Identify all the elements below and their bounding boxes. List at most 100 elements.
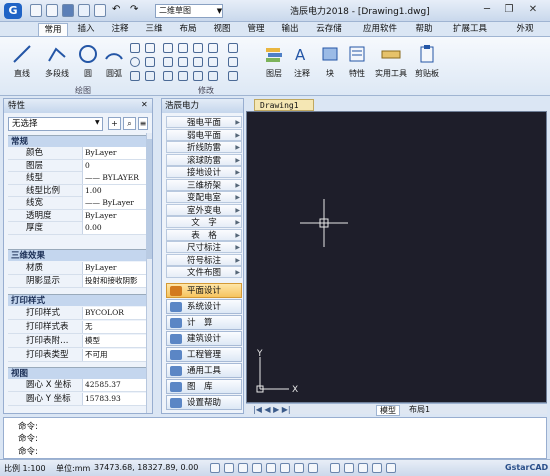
tab-layout[interactable]: 布局 — [174, 23, 202, 36]
tab-cloud[interactable]: 云存储 — [310, 23, 348, 36]
quick-select-icon[interactable]: ≡ — [138, 117, 148, 130]
tool-item[interactable]: 文 字 ▶ — [166, 216, 242, 228]
snap-icon[interactable] — [210, 463, 220, 473]
utilities-button[interactable]: 实用工具 — [372, 43, 410, 79]
chevron-down-icon[interactable]: ▼ — [95, 119, 100, 126]
new-file-icon[interactable] — [30, 4, 42, 17]
tab-model[interactable]: 模型 — [376, 405, 400, 416]
category-system-design[interactable]: 系统设计 — [166, 299, 242, 314]
prop-row[interactable]: 打印表附… 模型 — [8, 335, 146, 348]
mirror-icon[interactable] — [163, 71, 173, 81]
appearance-menu[interactable]: 外观 — [510, 23, 540, 36]
category-settings-help[interactable]: 设置帮助 — [166, 395, 242, 410]
block-button[interactable]: 块 — [318, 43, 342, 79]
section-view[interactable]: 视图 — [8, 367, 146, 379]
workspace-select[interactable]: 二维草图 — [155, 4, 223, 18]
otrack-icon[interactable] — [280, 463, 290, 473]
offset-icon[interactable] — [208, 57, 218, 67]
category-plan-design[interactable]: 平面设计 — [166, 283, 242, 298]
prop-row[interactable]: 圆心 Y 坐标 15783.93 — [8, 393, 146, 406]
tool-item[interactable]: 文件布图 ▶ — [166, 266, 242, 278]
grid-icon[interactable] — [224, 463, 234, 473]
prop-value[interactable]: 0 — [82, 159, 146, 172]
undo-icon[interactable]: ↶ — [112, 4, 120, 15]
drawing-canvas[interactable]: Y X — [246, 111, 547, 403]
prop-row[interactable]: 线型 —— BYLAYER — [8, 172, 146, 185]
tab-3d[interactable]: 三维 — [140, 23, 168, 36]
trim-icon[interactable] — [193, 43, 203, 53]
layout-nav-arrows[interactable]: |◀ ◀ ▶ ▶| — [250, 405, 294, 414]
prop-value[interactable]: 投射和接收阴影 — [82, 275, 146, 287]
workspace-icon[interactable] — [344, 463, 354, 473]
prop-value[interactable]: 15783.93 — [82, 393, 146, 405]
open-file-icon[interactable] — [46, 4, 58, 17]
properties-button[interactable]: 特性 — [344, 43, 370, 79]
erase-icon[interactable] — [228, 43, 238, 53]
tool-item[interactable]: 弱电平面 ▶ — [166, 128, 242, 141]
scroll-thumb[interactable] — [146, 139, 152, 259]
chevron-down-icon[interactable]: ▼ — [215, 4, 224, 18]
prop-row[interactable]: 透明度 ByLayer — [8, 209, 146, 222]
stretch-icon[interactable] — [178, 71, 188, 81]
tab-layout1[interactable]: 布局1 — [406, 405, 433, 414]
arc-button[interactable]: 圆弧 — [102, 43, 126, 79]
region-icon[interactable] — [145, 71, 155, 81]
close-button[interactable]: ✕ — [524, 3, 542, 17]
close-icon[interactable]: ✕ — [141, 100, 148, 109]
annotate-button[interactable]: A 注释 — [290, 43, 314, 79]
clipboard-button[interactable]: 剪贴板 — [412, 43, 442, 79]
restore-button[interactable]: ❐ — [500, 3, 518, 17]
category-building-design[interactable]: 建筑设计 — [166, 331, 242, 346]
polar-icon[interactable] — [252, 463, 262, 473]
explode-icon[interactable] — [208, 71, 218, 81]
tool-item[interactable]: 室外变电 ▶ — [166, 203, 242, 216]
tab-home[interactable]: 常用 — [38, 23, 68, 36]
prop-row[interactable]: 颜色 ByLayer — [8, 147, 146, 160]
fillet-icon[interactable] — [193, 71, 203, 81]
ortho-icon[interactable] — [238, 463, 248, 473]
break-icon[interactable] — [228, 57, 238, 67]
isolate-icon[interactable] — [372, 463, 382, 473]
tool-item[interactable]: 符号标注 ▶ — [166, 253, 242, 266]
minimize-button[interactable]: ─ — [478, 3, 496, 17]
tool-item[interactable]: 接地设计 ▶ — [166, 166, 242, 178]
move-icon[interactable] — [163, 43, 173, 53]
prop-row[interactable]: 阴影显示 投射和接收阴影 — [8, 275, 146, 288]
tab-output[interactable]: 输出 — [276, 23, 304, 36]
clean-screen-icon[interactable] — [386, 463, 396, 473]
command-input[interactable]: 命令: — [18, 445, 38, 457]
layer-button[interactable]: 图层 — [262, 43, 286, 79]
prop-value[interactable]: 不可用 — [82, 349, 146, 361]
command-window[interactable]: 命令: 命令: 命令: — [3, 417, 547, 459]
scale-display[interactable]: 比例 1:100 — [4, 463, 46, 474]
section-general[interactable]: 常规 — [8, 135, 146, 147]
prop-row[interactable]: 材质 ByLayer — [8, 262, 146, 275]
prop-value[interactable]: 42585.37 — [82, 379, 146, 391]
tool-item[interactable]: 尺寸标注 ▶ — [166, 241, 242, 253]
prop-value[interactable]: ByLayer — [82, 209, 146, 222]
prop-value[interactable]: ByLayer — [82, 262, 146, 274]
tool-item[interactable]: 变配电室 ▶ — [166, 191, 242, 203]
section-3d-effects[interactable]: 三维效果 — [8, 249, 146, 261]
prop-value[interactable]: 1.00 — [82, 184, 146, 197]
prop-row[interactable]: 图层 0 — [8, 159, 146, 172]
category-general-tools[interactable]: 通用工具 — [166, 363, 242, 378]
section-plot-style[interactable]: 打印样式 — [8, 294, 146, 306]
prop-value[interactable]: —— ByLayer — [82, 197, 146, 209]
prop-value[interactable]: 0.00 — [82, 222, 146, 234]
category-library[interactable]: 图 库 — [166, 379, 242, 394]
prop-value[interactable]: —— BYLAYER — [82, 172, 146, 184]
category-calculation[interactable]: 计 算 — [166, 315, 242, 330]
rotate-icon[interactable] — [163, 57, 173, 67]
prop-value[interactable]: 模型 — [82, 335, 146, 347]
lineweight-icon[interactable] — [294, 463, 304, 473]
lock-icon[interactable] — [358, 463, 368, 473]
tool-item[interactable]: 折线防雷 ▶ — [166, 141, 242, 153]
print-icon[interactable] — [94, 4, 106, 17]
tool-item[interactable]: 三维桥架 ▶ — [166, 178, 242, 191]
redo-icon[interactable]: ↷ — [130, 4, 138, 15]
app-logo-icon[interactable]: G — [4, 3, 22, 19]
array-icon[interactable] — [208, 43, 218, 53]
tab-apps[interactable]: 应用软件 — [356, 23, 404, 36]
osnap-icon[interactable] — [266, 463, 276, 473]
